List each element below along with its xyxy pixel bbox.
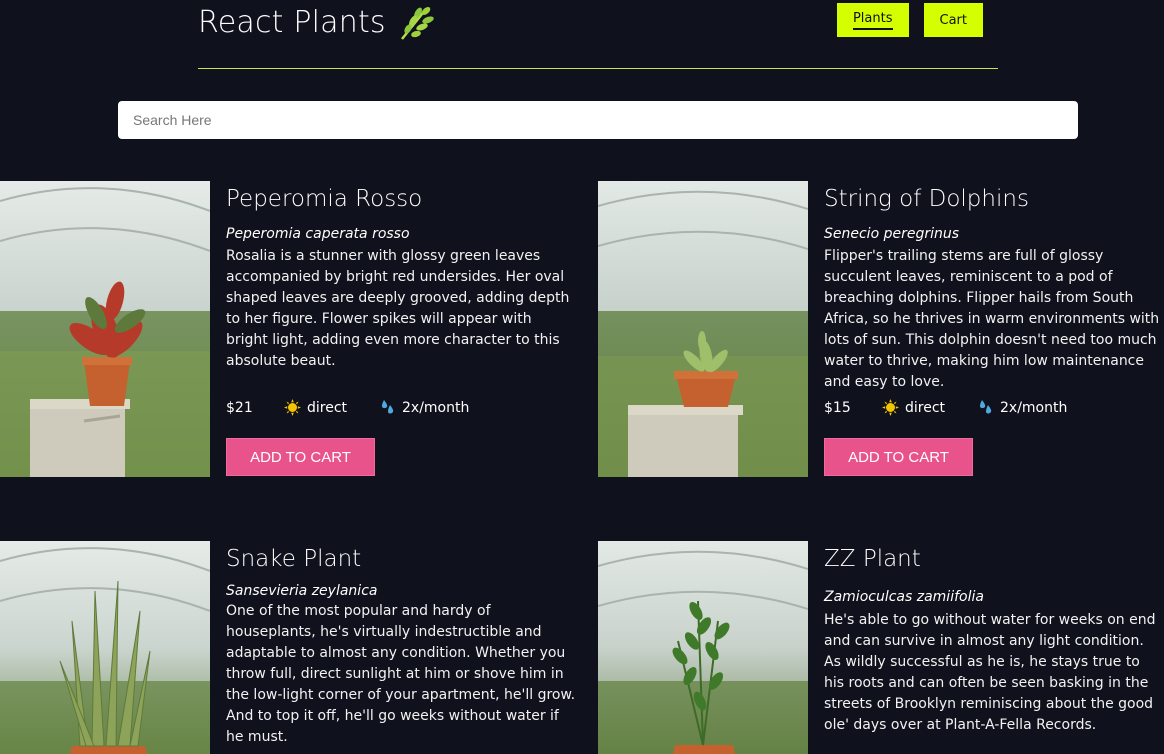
app-title: React Plants	[198, 4, 386, 40]
plant-name: ZZ Plant	[824, 546, 921, 572]
plant-meta: $21 direct 2x/month	[226, 399, 469, 416]
plant-light: direct	[284, 399, 379, 416]
plant-scientific-name: Peperomia caperata rosso	[226, 226, 410, 242]
plant-meta: $15 direct 2x/month	[824, 399, 1067, 416]
add-to-cart-button[interactable]: ADD TO CART	[824, 438, 973, 476]
plant-light: direct	[882, 399, 977, 416]
plant-card-body: String of Dolphins Senecio peregrinus Fl…	[824, 181, 1164, 476]
plant-scientific-name: Senecio peregrinus	[824, 226, 960, 242]
plant-card-body: Snake Plant Sansevieria zeylanica One of…	[226, 541, 576, 748]
nav-cart-button[interactable]: Cart	[923, 3, 983, 37]
plant-water: 2x/month	[977, 399, 1067, 416]
plant-name: Snake Plant	[226, 546, 362, 572]
plant-card-body: Peperomia Rosso Peperomia caperata rosso…	[226, 181, 576, 476]
plant-price: $21	[226, 399, 253, 416]
plant-water: 2x/month	[379, 399, 469, 416]
plant-card-string-of-dolphins: String of Dolphins Senecio peregrinus Fl…	[598, 181, 1164, 481]
nav-plants-label: Plants	[852, 11, 893, 30]
plant-description: One of the most popular and hardy of hou…	[226, 603, 576, 745]
plant-name: String of Dolphins	[824, 186, 1029, 212]
plant-image	[0, 541, 210, 754]
water-drops-icon	[382, 400, 394, 414]
plant-price: $15	[824, 399, 851, 416]
plant-image	[598, 541, 808, 754]
plant-image	[0, 181, 210, 477]
plant-card-peperomia: Peperomia Rosso Peperomia caperata rosso…	[0, 181, 580, 481]
plant-image	[598, 181, 808, 477]
add-to-cart-button[interactable]: ADD TO CART	[226, 438, 375, 476]
sun-icon	[284, 399, 301, 416]
plant-name: Peperomia Rosso	[226, 186, 423, 212]
plant-light-label: direct	[307, 399, 348, 416]
header: React Plants Plants Cart	[198, 0, 998, 69]
nav-cart-label: Cart	[939, 12, 968, 28]
brand[interactable]: React Plants	[198, 3, 434, 41]
plant-water-label: 2x/month	[402, 399, 470, 416]
leaf-icon	[398, 3, 434, 41]
search-input[interactable]	[118, 101, 1078, 139]
nav-plants-button[interactable]: Plants	[836, 3, 909, 37]
plant-water-label: 2x/month	[1000, 399, 1068, 416]
plant-light-label: direct	[905, 399, 946, 416]
plant-card-zz-plant: ZZ Plant Zamioculcas zamiifolia He's abl…	[598, 541, 1164, 754]
nav: Plants Cart	[836, 3, 983, 37]
plant-description: He's able to go without water for weeks …	[824, 612, 1156, 733]
plant-card-snake-plant: Snake Plant Sansevieria zeylanica One of…	[0, 541, 580, 754]
plant-description: Flipper's trailing stems are full of glo…	[824, 248, 1160, 390]
plant-scientific-name: Zamioculcas zamiifolia	[824, 589, 984, 605]
sun-icon	[882, 399, 899, 416]
water-drops-icon	[980, 400, 992, 414]
plant-description: Rosalia is a stunner with glossy green l…	[226, 248, 570, 369]
plant-card-body: ZZ Plant Zamioculcas zamiifolia He's abl…	[824, 541, 1164, 736]
plant-scientific-name: Sansevieria zeylanica	[226, 583, 378, 599]
